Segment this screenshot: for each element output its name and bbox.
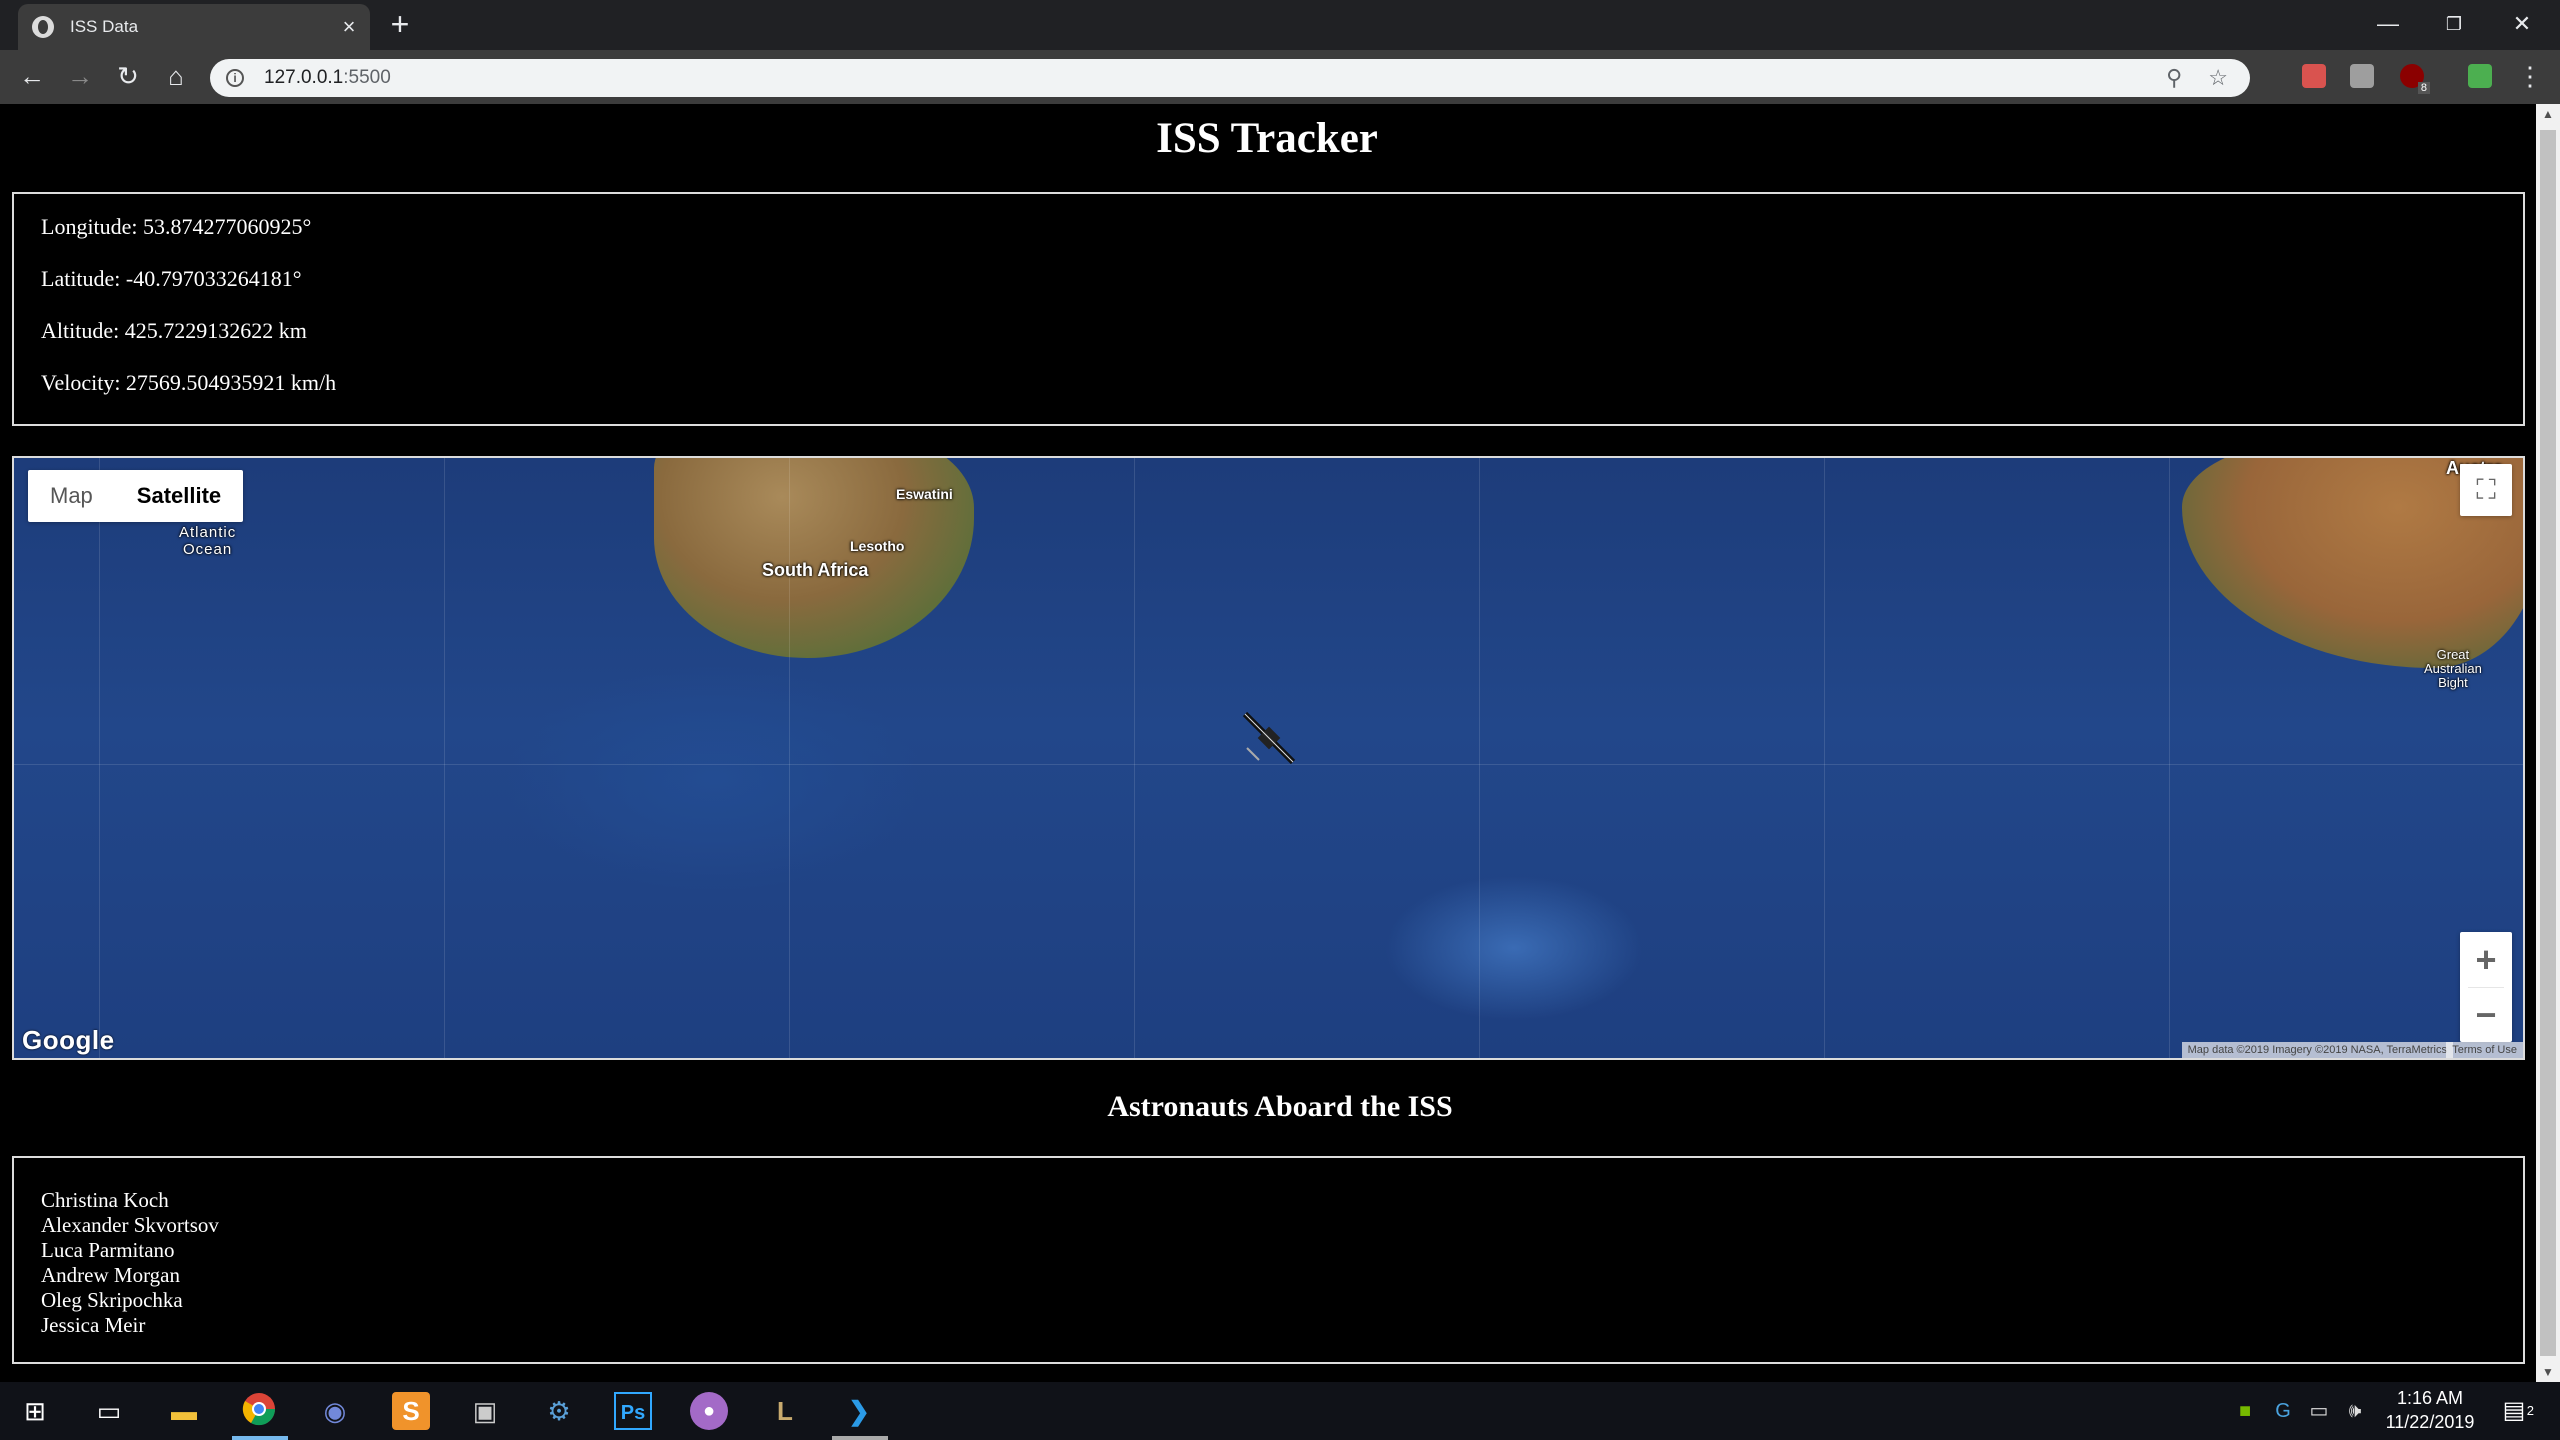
astronaut-list: Christina Koch Alexander Skvortsov Luca … [41, 1188, 219, 1338]
forward-icon[interactable]: → [62, 58, 98, 94]
home-icon[interactable]: ⌂ [158, 58, 194, 94]
reload-icon[interactable]: ↻ [110, 58, 146, 94]
sublime-text-icon[interactable]: S [392, 1392, 430, 1430]
file-explorer-icon[interactable]: ▬ [165, 1392, 203, 1430]
scroll-up-icon[interactable]: ▲ [2536, 104, 2560, 124]
list-item: Andrew Morgan [41, 1263, 181, 1287]
page-content: ISS Tracker Longitude: 53.874277060925° … [0, 104, 2534, 1382]
longitude-text: Longitude: 53.874277060925° [41, 214, 312, 239]
grid-line [789, 458, 790, 1058]
github-desktop-icon[interactable]: ● [690, 1392, 728, 1430]
browser-toolbar: ← → ↻ ⌂ i 127.0.0.1:5500 ⚲ ☆ 8 ⋮ [0, 50, 2560, 104]
windows-start-icon[interactable]: ⊞ [16, 1392, 54, 1430]
grid-line [1134, 458, 1135, 1058]
restore-button[interactable]: ❐ [2424, 6, 2484, 42]
league-of-legends-icon[interactable]: L [766, 1392, 804, 1430]
grid-line [1479, 458, 1480, 1058]
zoom-in-button[interactable]: + [2460, 932, 2512, 987]
page-title: ISS Tracker [1156, 115, 1378, 162]
map-label-south-africa: South Africa [762, 560, 869, 580]
velocity-text: Velocity: 27569.504935921 km/h [41, 370, 337, 395]
photoshop-icon[interactable]: Ps [614, 1392, 652, 1430]
list-item: Christina Koch [41, 1188, 169, 1212]
windows-taskbar: ⊞ ▭ ▬ ◉ S ▣ ⚙ Ps ● L ❯ ■ G ▭ 🕪 1:16 AM 1… [0, 1382, 2560, 1440]
vscode-icon[interactable]: ❯ [840, 1392, 878, 1430]
terminal-icon[interactable]: ▣ [466, 1392, 504, 1430]
map-label-eswatini: Eswatini [896, 486, 953, 502]
map-label-lesotho: Lesotho [850, 538, 905, 554]
browser-tab[interactable]: ISS Data × [18, 4, 370, 50]
notification-center-icon[interactable]: ▤ 2 [2494, 1392, 2534, 1430]
info-icon[interactable]: i [226, 69, 244, 87]
scroll-down-icon[interactable]: ▼ [2536, 1362, 2560, 1382]
fullscreen-icon[interactable]: ⛶ [2460, 464, 2512, 516]
map-label-bight: Great Australian Bight [2424, 647, 2482, 690]
grid-line [1824, 458, 1825, 1058]
page-scrollbar[interactable]: ▲ ▼ [2536, 104, 2560, 1382]
extension-badge: 8 [2417, 82, 2430, 94]
new-tab-button[interactable]: + [384, 8, 416, 41]
minimize-button[interactable]: — [2358, 6, 2418, 42]
system-clock[interactable]: 1:16 AM 11/22/2019 [2355, 1386, 2505, 1434]
menu-kebab-icon[interactable]: ⋮ [2512, 58, 2548, 94]
google-logo[interactable]: Google [22, 1025, 115, 1056]
map-type-satellite-button[interactable]: Satellite [115, 470, 243, 522]
chrome-icon[interactable] [240, 1392, 278, 1430]
scroll-thumb[interactable] [2540, 130, 2556, 1356]
list-item: Luca Parmitano [41, 1238, 175, 1262]
map-type-map-button[interactable]: Map [28, 470, 115, 522]
active-app-indicator [232, 1436, 288, 1440]
astronauts-heading: Astronauts Aboard the ISS [1107, 1090, 1453, 1123]
ublock-icon[interactable]: 8 [2400, 64, 2430, 94]
nvidia-tray-icon[interactable]: ■ [2232, 1392, 2258, 1430]
altitude-text: Altitude: 425.7229132622 km [41, 318, 307, 343]
satellite-map[interactable]: Atlantic Ocean Eswatini Lesotho South Afr… [12, 456, 2525, 1060]
map-label-atlantic: Atlantic Ocean [179, 524, 237, 558]
iss-data-panel: Longitude: 53.874277060925° Latitude: -4… [12, 192, 2525, 426]
tab-title: ISS Data [70, 17, 139, 36]
latitude-text: Latitude: -40.797033264181° [41, 266, 302, 291]
list-item: Oleg Skripochka [41, 1288, 183, 1312]
extension-icon[interactable] [2350, 64, 2374, 88]
discord-icon[interactable]: ◉ [316, 1392, 354, 1430]
address-bar[interactable]: i 127.0.0.1:5500 ⚲ ☆ [210, 59, 2250, 97]
network-icon[interactable]: ▭ [2306, 1392, 2332, 1430]
url-text: 127.0.0.1:5500 [264, 67, 391, 88]
map-attribution: Map data ©2019 Imagery ©2019 NASA, Terra… [2181, 1042, 2453, 1058]
extension-icon[interactable] [2302, 64, 2326, 88]
close-window-button[interactable]: ✕ [2492, 6, 2552, 42]
extension-icon[interactable] [2468, 64, 2492, 88]
iss-satellite-icon[interactable] [1239, 708, 1299, 768]
map-type-control: Map Satellite [28, 470, 244, 522]
sync-tray-icon[interactable]: G [2270, 1392, 2296, 1430]
zoom-icon[interactable]: ⚲ [2166, 65, 2182, 91]
tab-close-icon[interactable]: × [334, 14, 364, 40]
task-view-icon[interactable]: ▭ [90, 1392, 128, 1430]
astronauts-panel: Christina Koch Alexander Skvortsov Luca … [12, 1156, 2525, 1364]
grid-line [2169, 458, 2170, 1058]
grid-line [444, 458, 445, 1058]
list-item: Alexander Skvortsov [41, 1213, 219, 1237]
terms-of-use-link[interactable]: Terms of Use [2446, 1042, 2523, 1058]
bookmark-star-icon[interactable]: ☆ [2208, 65, 2228, 91]
list-item: Jessica Meir [41, 1313, 146, 1337]
tab-strip: ISS Data × + — ❐ ✕ [0, 0, 2560, 50]
grid-line [99, 458, 100, 1058]
notification-count: 2 [2526, 1403, 2534, 1418]
zoom-control: + − [2460, 932, 2512, 1042]
back-icon[interactable]: ← [14, 58, 50, 94]
globe-icon [32, 16, 54, 38]
zoom-out-button[interactable]: − [2460, 988, 2512, 1042]
running-app-indicator [832, 1436, 888, 1440]
steam-icon[interactable]: ⚙ [540, 1392, 578, 1430]
